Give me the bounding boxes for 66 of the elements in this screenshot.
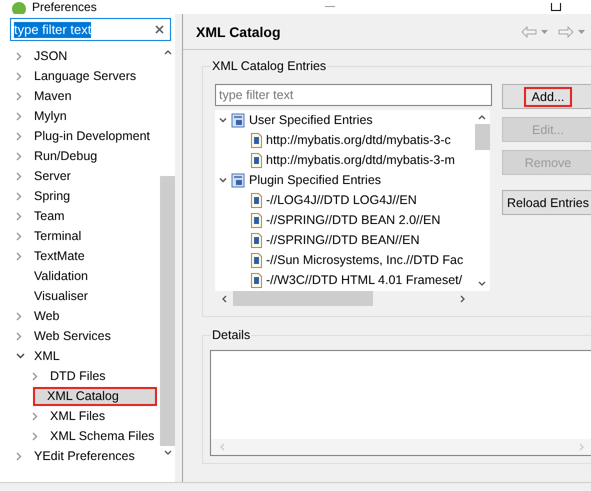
chevron-icon[interactable] bbox=[16, 353, 25, 359]
action-button[interactable]: Add... bbox=[502, 84, 591, 109]
tree-item[interactable]: Maven bbox=[31, 88, 75, 104]
maximize-icon[interactable] bbox=[551, 3, 561, 11]
tree-item[interactable]: JSON bbox=[31, 48, 70, 64]
tree-item[interactable]: Validation bbox=[31, 268, 91, 284]
document-icon bbox=[251, 132, 262, 148]
catalog-icon bbox=[231, 172, 245, 188]
document-icon bbox=[251, 192, 262, 208]
app-icon bbox=[12, 2, 26, 16]
filter-field[interactable]: type filter text bbox=[215, 84, 492, 106]
clear-icon[interactable] bbox=[155, 25, 164, 34]
scroll-thumb[interactable] bbox=[474, 124, 490, 150]
tree-item[interactable]: XML Files bbox=[47, 408, 108, 424]
minimize-icon[interactable] bbox=[325, 6, 335, 8]
tree-item[interactable]: Spring bbox=[31, 188, 74, 204]
tree-item[interactable]: XML Catalog bbox=[33, 386, 157, 406]
tree-item[interactable]: User Specified Entries bbox=[249, 113, 373, 127]
tree-item[interactable]: YEdit Preferences bbox=[31, 448, 138, 464]
catalog-icon bbox=[231, 112, 245, 128]
dropdown-icon[interactable] bbox=[578, 30, 585, 34]
tree-item[interactable]: Web bbox=[31, 308, 62, 324]
scroll-thumb[interactable] bbox=[233, 291, 373, 306]
tree-item[interactable]: Web Services bbox=[31, 328, 114, 344]
tree-item[interactable]: XML bbox=[31, 348, 63, 364]
document-icon bbox=[251, 232, 262, 248]
tree-item[interactable]: -//Sun Microsystems, Inc.//DTD Fac bbox=[266, 253, 464, 267]
scroll-up-icon[interactable] bbox=[478, 114, 486, 120]
tree-item[interactable]: Run/Debug bbox=[31, 148, 100, 164]
filter-field[interactable]: type filter text bbox=[10, 18, 172, 41]
tree-item[interactable]: TextMate bbox=[31, 248, 88, 264]
tree-item[interactable]: Plugin Specified Entries bbox=[249, 173, 382, 187]
tree-item[interactable]: -//LOG4J//DTD LOG4J//EN bbox=[266, 193, 417, 207]
tree-item[interactable]: Visualiser bbox=[31, 288, 91, 304]
window-title: Preferences bbox=[32, 0, 97, 14]
chevron-icon[interactable] bbox=[219, 116, 227, 124]
tree-item[interactable]: Plug-in Development bbox=[31, 128, 154, 144]
scroll-down-icon[interactable] bbox=[164, 450, 172, 456]
forward-arrow-icon[interactable] bbox=[558, 26, 574, 38]
scroll-thumb[interactable] bbox=[160, 176, 176, 446]
chevron-icon[interactable] bbox=[219, 176, 227, 184]
tree-item[interactable]: http://mybatis.org/dtd/mybatis-3-c bbox=[266, 133, 451, 147]
document-icon bbox=[251, 272, 262, 288]
scroll-right-icon[interactable] bbox=[460, 294, 466, 302]
tree-item[interactable]: Mylyn bbox=[31, 108, 70, 124]
action-button[interactable]: Reload Entries bbox=[502, 190, 591, 215]
tree-item[interactable]: DTD Files bbox=[47, 368, 109, 384]
tree-item[interactable]: Language Servers bbox=[31, 68, 140, 84]
tree-item[interactable]: Server bbox=[31, 168, 74, 184]
back-arrow-icon[interactable] bbox=[521, 26, 537, 38]
tree-item[interactable]: Team bbox=[31, 208, 68, 224]
scroll-down-icon[interactable] bbox=[478, 281, 486, 287]
scroll-left-icon[interactable] bbox=[221, 294, 227, 302]
tree-item[interactable]: Terminal bbox=[31, 228, 84, 244]
group-label: XML Catalog Entries bbox=[211, 58, 328, 74]
tree-item[interactable]: -//SPRING//DTD BEAN 2.0//EN bbox=[266, 213, 440, 227]
document-icon bbox=[251, 252, 262, 268]
tree-item[interactable]: -//W3C//DTD HTML 4.01 Frameset/ bbox=[266, 273, 462, 287]
dropdown-icon[interactable] bbox=[541, 30, 548, 34]
tree-item[interactable]: http://mybatis.org/dtd/mybatis-3-m bbox=[266, 153, 455, 167]
scroll-up-icon[interactable] bbox=[164, 49, 172, 55]
tree-item[interactable]: -//SPRING//DTD BEAN//EN bbox=[266, 233, 420, 247]
document-icon bbox=[251, 152, 262, 168]
tree-item[interactable]: XML Schema Files bbox=[47, 428, 158, 444]
document-icon bbox=[251, 212, 262, 228]
page-title: XML Catalog bbox=[196, 24, 281, 40]
